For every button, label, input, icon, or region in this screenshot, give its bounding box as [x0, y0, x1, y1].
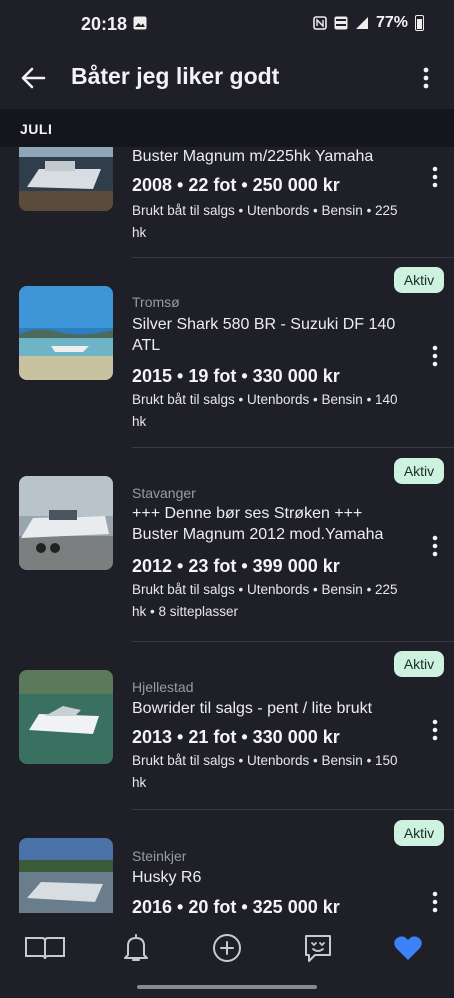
- listing-item[interactable]: Aktiv Tromsø Silver Shark 580 BR - Suzuk…: [0, 258, 454, 448]
- more-vert-icon[interactable]: [427, 534, 443, 558]
- nav-item-messages[interactable]: [296, 931, 340, 965]
- section-header: JULI: [0, 109, 454, 147]
- more-vert-icon[interactable]: [427, 165, 443, 189]
- listing-title: Bowrider til salgs - pent / lite brukt: [132, 700, 373, 717]
- listing-summary: 2012 • 23 fot • 399 000 kr: [132, 556, 340, 576]
- listing-title: Husky R6: [132, 869, 202, 886]
- listing-item[interactable]: Buster Magnum m/225hk Yamaha 2008 • 22 f…: [0, 147, 454, 247]
- back-arrow-icon[interactable]: [18, 64, 48, 92]
- status-time: 20:18: [81, 14, 128, 34]
- plus-circle-icon: [213, 934, 241, 962]
- listing-summary: 2016 • 20 fot • 325 000 kr: [132, 897, 340, 913]
- nav-item-notifications[interactable]: [114, 931, 158, 965]
- listing-summary: 2008 • 22 fot • 250 000 kr: [132, 175, 340, 195]
- listing-summary: 2013 • 21 fot • 330 000 kr: [132, 727, 340, 747]
- listing-title: Silver Shark 580 BR - Suzuki DF 140 ATL: [132, 316, 396, 354]
- listing-item[interactable]: Aktiv Stavanger +++ Denne bør ses Strøke…: [0, 448, 454, 641]
- bell-icon: [124, 934, 148, 961]
- home-indicator[interactable]: [137, 985, 317, 989]
- nfc-icon: [313, 16, 327, 30]
- nav-item-book[interactable]: [23, 931, 67, 965]
- listing-location: Tromsø: [132, 294, 180, 310]
- listing-summary: 2015 • 19 fot • 330 000 kr: [132, 366, 340, 386]
- more-vert-icon[interactable]: [427, 890, 443, 913]
- more-vert-icon[interactable]: [427, 344, 443, 368]
- signal-icon: [355, 17, 368, 29]
- status-badge: Aktiv: [394, 267, 444, 293]
- favorites-list: Buster Magnum m/225hk Yamaha 2008 • 22 f…: [0, 147, 454, 913]
- nav-item-favorites[interactable]: [386, 931, 430, 965]
- heart-icon: [394, 936, 422, 960]
- status-badge: Aktiv: [394, 820, 444, 846]
- listing-thumbnail[interactable]: [19, 476, 113, 570]
- battery-icon: [415, 15, 424, 31]
- listing-thumbnail[interactable]: [19, 286, 113, 380]
- section-label: JULI: [20, 121, 53, 137]
- battery-percent: 77%: [375, 14, 408, 31]
- listing-meta: Brukt båt til salgs • Utenbords • Bensin…: [132, 203, 398, 240]
- listing-location: Steinkjer: [132, 848, 187, 864]
- page-title: Båter jeg liker godt: [71, 63, 280, 89]
- listing-location: Hjellestad: [132, 679, 194, 695]
- listing-meta: Brukt båt til salgs • Utenbords • Bensin…: [132, 753, 398, 790]
- listing-location: Stavanger: [132, 485, 196, 501]
- listing-thumbnail[interactable]: [19, 147, 113, 211]
- status-bar: 20:18 77%: [0, 0, 454, 50]
- listing-title: Buster Magnum m/225hk Yamaha: [132, 148, 374, 165]
- listing-item[interactable]: Aktiv Steinkjer Husky R6 2016 • 20 fot •…: [0, 810, 454, 913]
- status-badge: Aktiv: [394, 651, 444, 677]
- listing-meta: Brukt båt til salgs • Utenbords • Bensin…: [132, 392, 398, 429]
- book-icon: [25, 937, 65, 960]
- app-bar: Båter jeg liker godt: [0, 50, 454, 106]
- volte-icon: [334, 16, 348, 30]
- listing-meta: Brukt båt til salgs • Utenbords • Bensin…: [132, 582, 398, 619]
- image-notification-icon: [133, 16, 147, 30]
- overflow-menu-icon[interactable]: [416, 64, 436, 92]
- chat-smile-icon: [305, 935, 331, 962]
- listing-thumbnail[interactable]: [19, 670, 113, 764]
- status-right: 77%: [313, 14, 424, 32]
- status-badge: Aktiv: [394, 458, 444, 484]
- listing-thumbnail[interactable]: [19, 838, 113, 913]
- nav-item-new-ad[interactable]: [205, 931, 249, 965]
- listing-title: +++ Denne bør ses Strøken +++ Buster Mag…: [132, 505, 384, 543]
- more-vert-icon[interactable]: [427, 718, 443, 742]
- listing-item[interactable]: Aktiv Hjellestad Bowrider til salgs - pe…: [0, 642, 454, 810]
